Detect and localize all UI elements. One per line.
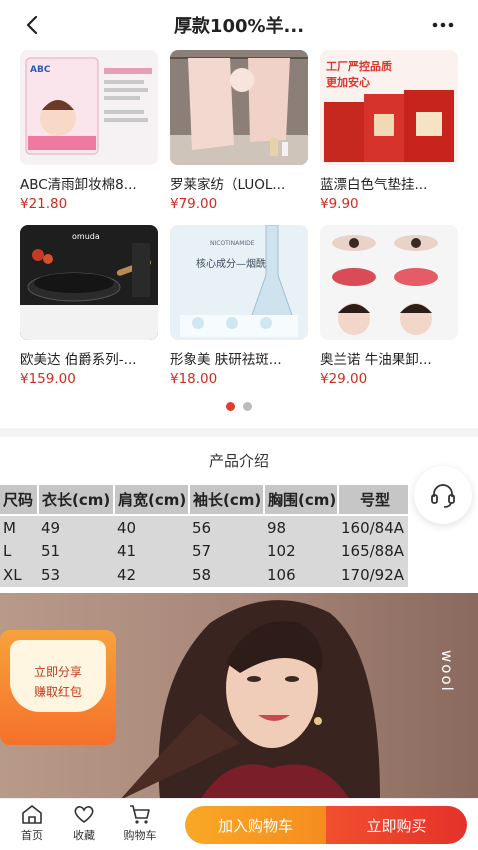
size-cell: 160/84A xyxy=(341,518,405,537)
nav-cart-label: 购物车 xyxy=(123,829,157,842)
product-card[interactable]: 工厂严控品质 更加安心 蓝漂白色气垫挂... ¥9.90 xyxy=(320,50,458,212)
section-divider xyxy=(0,428,478,437)
cart-icon xyxy=(130,805,150,824)
size-table: 尺码 衣长(cm) 肩宽(cm) 袖长(cm) 胸围(cm) 号型 M 49 4… xyxy=(0,485,408,587)
size-header-cell: 衣长(cm) xyxy=(38,485,115,516)
size-cell: 102 xyxy=(267,542,296,560)
size-cell: 170/92A xyxy=(341,566,405,584)
size-cell: 165/88A xyxy=(341,542,405,560)
size-cell: 53 xyxy=(41,566,61,584)
size-cell: 40 xyxy=(117,518,137,537)
share-earn-redpacket[interactable]: 立即分享 赚取红包 xyxy=(0,630,116,745)
table-row: M 49 40 56 98 160/84A xyxy=(0,515,408,539)
product-name: 蓝漂白色气垫挂... xyxy=(320,177,428,193)
size-cell: 42 xyxy=(117,566,137,584)
table-row: L 51 41 57 102 165/88A xyxy=(0,539,408,563)
size-cell: XL xyxy=(3,566,22,584)
size-cell: 106 xyxy=(267,566,296,584)
product-price: ¥21.80 xyxy=(20,196,68,212)
product-name: 欧美达 伯爵系列-... xyxy=(20,352,137,368)
customer-service-icon xyxy=(431,484,455,508)
share-line-2: 赚取红包 xyxy=(33,685,82,699)
recommended-products: ABC ABC清雨卸妆棉8... ¥21.80 罗莱家纺（LUOL... ¥79… xyxy=(0,50,478,430)
size-cell: L xyxy=(3,542,12,560)
product-name: 奥兰诺 牛油果卸... xyxy=(320,352,432,368)
size-header-cell: 胸围(cm) xyxy=(264,485,339,516)
size-header-cell: 袖长(cm) xyxy=(189,485,265,516)
heart-icon xyxy=(74,806,94,824)
product-image-text: 核心成分—烟酰胺 xyxy=(196,257,276,270)
product-price: ¥79.00 xyxy=(170,196,218,212)
back-arrow-icon[interactable] xyxy=(20,12,46,38)
product-name: 形象美 肤研祛斑... xyxy=(170,352,282,368)
product-price: ¥9.90 xyxy=(320,196,359,212)
product-image-text: NICOTINAMIDE xyxy=(210,240,255,247)
page-title: 厚款100%羊... xyxy=(173,16,305,37)
product-card[interactable]: NICOTINAMIDE 核心成分—烟酰胺 形象美 肤研祛斑... ¥18.00 xyxy=(170,225,308,387)
nav-favorite[interactable]: 收藏 xyxy=(59,803,109,843)
size-cell: M xyxy=(3,518,16,537)
product-card[interactable]: 罗莱家纺（LUOL... ¥79.00 xyxy=(170,50,308,212)
size-table-header: 尺码 衣长(cm) 肩宽(cm) 袖长(cm) 胸围(cm) 号型 xyxy=(0,485,408,516)
product-name: 罗莱家纺（LUOL... xyxy=(170,177,286,193)
size-cell: 51 xyxy=(41,542,61,560)
product-card[interactable]: ABC ABC清雨卸妆棉8... ¥21.80 xyxy=(20,50,158,212)
nav-cart[interactable]: 购物车 xyxy=(115,803,165,843)
product-price: ¥29.00 xyxy=(320,371,368,387)
add-to-cart-button[interactable]: 加入购物车 xyxy=(185,806,326,844)
section-title: 产品介绍 xyxy=(208,452,269,470)
size-header-cell: 肩宽(cm) xyxy=(114,485,190,516)
size-cell: 98 xyxy=(267,518,287,537)
nav-favorite-label: 收藏 xyxy=(73,829,95,842)
size-cell: 41 xyxy=(117,542,137,560)
product-image xyxy=(320,225,458,340)
size-cell: 56 xyxy=(192,518,212,537)
product-image xyxy=(170,50,308,165)
size-cell: 57 xyxy=(192,542,212,560)
product-price: ¥18.00 xyxy=(170,371,218,387)
product-price: ¥159.00 xyxy=(20,371,76,387)
product-image: ABC xyxy=(20,50,158,165)
nav-home-label: 首页 xyxy=(21,829,43,842)
product-card[interactable]: 奥兰诺 牛油果卸... ¥29.00 xyxy=(320,225,458,387)
home-icon xyxy=(22,805,42,824)
size-header-cell: 号型 xyxy=(338,485,408,516)
product-image: NICOTINAMIDE 核心成分—烟酰胺 xyxy=(170,225,308,340)
product-image: omuda xyxy=(20,225,158,340)
buy-now-button[interactable]: 立即购买 xyxy=(326,806,467,844)
size-cell: 58 xyxy=(192,566,212,584)
product-card[interactable]: omuda 欧美达 伯爵系列-... ¥159.00 xyxy=(20,225,158,387)
bottom-action-bar: 首页 收藏 购物车 加入购物车 立即购买 xyxy=(0,798,478,850)
more-dots-icon[interactable] xyxy=(430,12,456,38)
product-name: ABC清雨卸妆棉8... xyxy=(20,177,137,193)
top-bar: 厚款100%羊... xyxy=(0,0,478,50)
carousel-dot[interactable] xyxy=(243,402,252,411)
table-row: XL 53 42 58 106 170/92A xyxy=(0,563,408,587)
carousel-indicator xyxy=(0,402,478,411)
product-image-text: 更加安心 xyxy=(326,75,370,89)
customer-service-button[interactable] xyxy=(414,466,472,524)
product-image-text: ABC xyxy=(30,65,51,75)
size-cell: 49 xyxy=(41,518,61,537)
carousel-dot[interactable] xyxy=(226,402,235,411)
product-image-text: omuda xyxy=(72,232,100,241)
share-line-1: 立即分享 xyxy=(33,665,82,679)
product-image: 工厂严控品质 更加安心 xyxy=(320,50,458,165)
nav-home[interactable]: 首页 xyxy=(7,803,57,843)
banner-vertical-text: wool xyxy=(438,650,456,693)
product-image-text: 工厂严控品质 xyxy=(326,59,392,73)
size-header-cell: 尺码 xyxy=(0,485,39,516)
